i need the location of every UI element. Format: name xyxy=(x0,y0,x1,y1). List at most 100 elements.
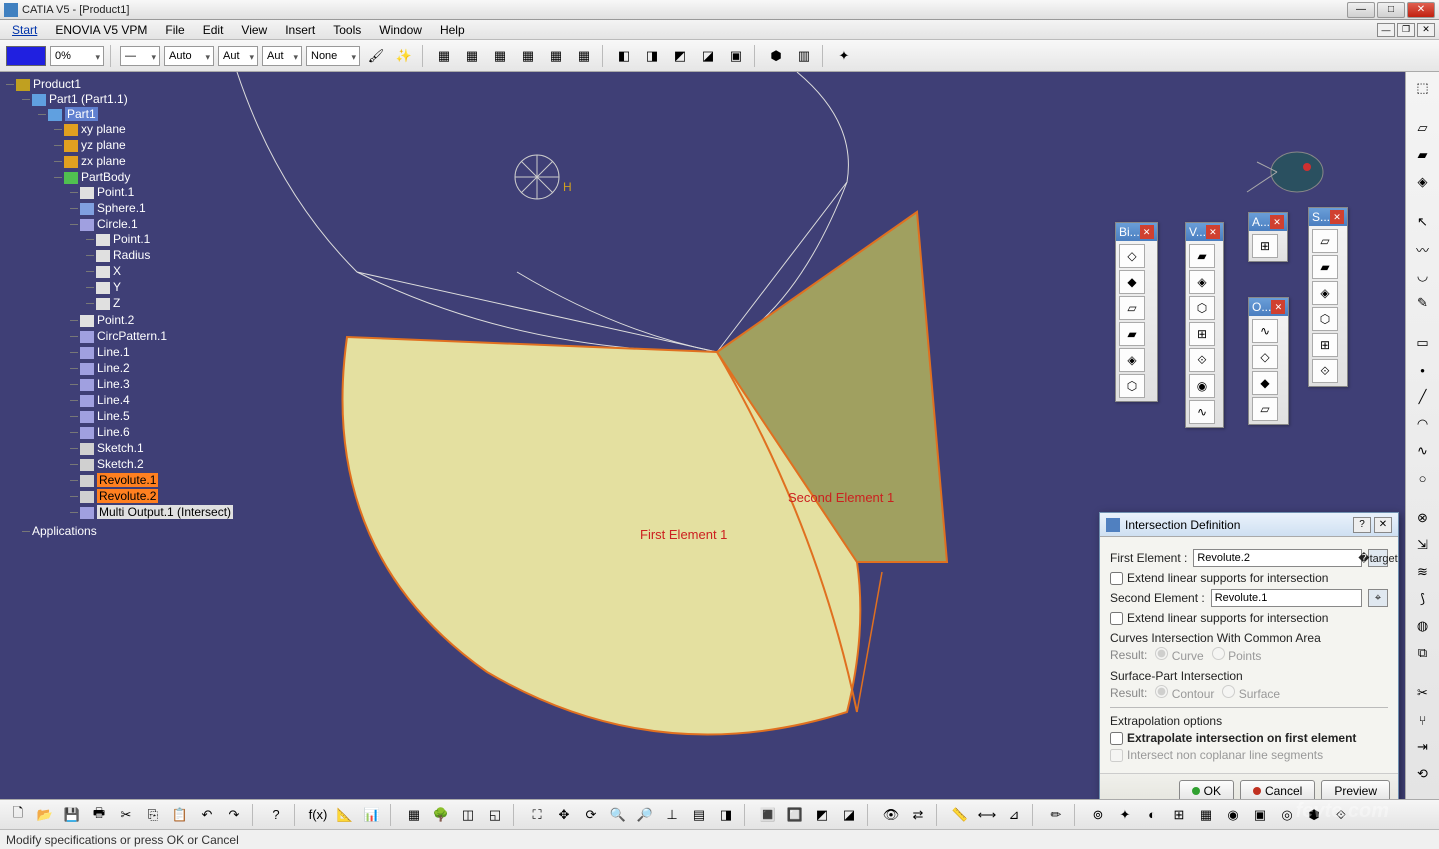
tree-icon[interactable]: 🌳 xyxy=(429,803,453,827)
opacity-combo[interactable]: 0% xyxy=(50,46,104,66)
floating-palette[interactable]: A...✕⊞ xyxy=(1248,212,1288,262)
circleop-icon[interactable]: ○ xyxy=(1410,466,1436,490)
menu-start[interactable]: Start xyxy=(4,21,45,39)
save-icon[interactable]: 💾 xyxy=(60,803,84,827)
palette-tool-button[interactable]: ◉ xyxy=(1189,374,1215,398)
palette-close-icon[interactable]: ✕ xyxy=(1271,300,1285,314)
dim2-icon[interactable]: ⟷ xyxy=(975,803,999,827)
tree-part[interactable]: Part1 xyxy=(65,107,98,121)
palette-tool-button[interactable]: ◈ xyxy=(1189,270,1215,294)
splineop-icon[interactable]: ∿ xyxy=(1410,439,1436,463)
curve2-icon[interactable]: ◡ xyxy=(1410,264,1436,288)
magic-icon[interactable]: ✨ xyxy=(392,44,416,68)
planeop-icon[interactable]: ▭ xyxy=(1410,331,1436,355)
join-icon[interactable]: ⧉ xyxy=(1410,641,1436,665)
edit-icon[interactable]: ✎ xyxy=(1410,291,1436,315)
wireframe-icon[interactable]: ⬚ xyxy=(1410,76,1436,100)
grid5-icon[interactable]: ▦ xyxy=(544,44,568,68)
tree-yz-plane[interactable]: yz plane xyxy=(81,138,126,152)
floating-palette[interactable]: Bi...✕◇◆▱▰◈⬡ xyxy=(1115,222,1158,402)
palette-tool-button[interactable]: ⬡ xyxy=(1312,307,1338,331)
menu-window[interactable]: Window xyxy=(371,21,430,39)
extrap1-checkbox[interactable] xyxy=(1110,732,1123,745)
palette-close-icon[interactable]: ✕ xyxy=(1206,225,1220,239)
second-element-input[interactable] xyxy=(1211,589,1362,607)
iso-icon[interactable]: ◨ xyxy=(714,803,738,827)
dim3-icon[interactable]: ⊿ xyxy=(1002,803,1026,827)
grid6-icon[interactable]: ▦ xyxy=(572,44,596,68)
op4-icon[interactable]: ⊞ xyxy=(1167,803,1191,827)
menu-view[interactable]: View xyxy=(233,21,275,39)
misc1-icon[interactable]: ◫ xyxy=(456,803,480,827)
tree-item[interactable]: Line.5 xyxy=(97,409,130,423)
shade2-icon[interactable]: 🔲 xyxy=(783,803,807,827)
palette-close-icon[interactable]: ✕ xyxy=(1330,210,1344,224)
grid3-icon[interactable]: ▦ xyxy=(488,44,512,68)
surf3-icon[interactable]: ◈ xyxy=(1410,170,1436,194)
maximize-button[interactable]: □ xyxy=(1377,2,1405,18)
fill-icon[interactable]: ◍ xyxy=(1410,614,1436,638)
open-icon[interactable]: 📂 xyxy=(33,803,57,827)
tree-partbody[interactable]: PartBody xyxy=(81,170,130,184)
menu-edit[interactable]: Edit xyxy=(195,21,232,39)
grid2-icon[interactable]: ▦ xyxy=(460,44,484,68)
grid4-icon[interactable]: ▦ xyxy=(516,44,540,68)
minimize-button[interactable]: — xyxy=(1347,2,1375,18)
formula-icon[interactable]: f(x) xyxy=(306,803,330,827)
menu-enovia[interactable]: ENOVIA V5 VPM xyxy=(47,21,155,39)
pointop-icon[interactable]: • xyxy=(1410,358,1436,382)
pan-icon[interactable]: ✥ xyxy=(552,803,576,827)
op5-icon[interactable]: ▦ xyxy=(1194,803,1218,827)
palette-close-icon[interactable]: ✕ xyxy=(1270,215,1284,229)
tool-misc-icon[interactable]: ✦ xyxy=(832,44,856,68)
trim-icon[interactable]: ✂ xyxy=(1410,681,1436,705)
op10-icon[interactable]: ⟐ xyxy=(1329,803,1353,827)
palette-tool-button[interactable]: ◈ xyxy=(1119,348,1145,372)
shade4-icon[interactable]: ◪ xyxy=(837,803,861,827)
palette-tool-button[interactable]: ▱ xyxy=(1312,229,1338,253)
tree-item[interactable]: Circle.1 xyxy=(97,217,138,231)
none-combo[interactable]: None xyxy=(306,46,360,66)
normal-icon[interactable]: ⊥ xyxy=(660,803,684,827)
first-element-pick-icon[interactable]: �target xyxy=(1368,549,1388,567)
dialog-help-button[interactable]: ? xyxy=(1353,517,1371,533)
lineop-icon[interactable]: ╱ xyxy=(1410,385,1436,409)
tree-applications[interactable]: Applications xyxy=(32,524,97,538)
tree-zx-plane[interactable]: zx plane xyxy=(81,154,126,168)
redo-icon[interactable]: ↷ xyxy=(222,803,246,827)
print-icon[interactable]: 🖶 xyxy=(87,803,111,827)
sketch-icon[interactable]: ✏ xyxy=(1044,803,1068,827)
palette-tool-button[interactable]: ▱ xyxy=(1119,296,1145,320)
curve1-icon[interactable]: 〰 xyxy=(1410,237,1436,261)
shade1-icon[interactable]: 🔳 xyxy=(756,803,780,827)
palette-tool-button[interactable]: ◇ xyxy=(1252,345,1278,369)
layer1-icon[interactable]: ◧ xyxy=(612,44,636,68)
dialog-close-button[interactable]: ✕ xyxy=(1374,517,1392,533)
offset-icon[interactable]: ≋ xyxy=(1410,560,1436,584)
zoomout-icon[interactable]: 🔎 xyxy=(633,803,657,827)
palette-tool-button[interactable]: ▱ xyxy=(1252,397,1278,421)
palette-tool-button[interactable]: ◇ xyxy=(1119,244,1145,268)
op1-icon[interactable]: ⊚ xyxy=(1086,803,1110,827)
doc-minimize-button[interactable]: — xyxy=(1377,23,1395,37)
extend1-checkbox[interactable] xyxy=(1110,572,1123,585)
color-swatch[interactable] xyxy=(6,46,46,66)
tree-item[interactable]: Point.1 xyxy=(97,185,134,199)
tree-item[interactable]: Line.1 xyxy=(97,345,130,359)
surf2-icon[interactable]: ▰ xyxy=(1410,143,1436,167)
tree-item[interactable]: Sphere.1 xyxy=(97,201,146,215)
tree-item[interactable]: Sketch.1 xyxy=(97,441,144,455)
layer4-icon[interactable]: ◪ xyxy=(696,44,720,68)
op7-icon[interactable]: ▣ xyxy=(1248,803,1272,827)
auto1-combo[interactable]: Auto xyxy=(164,46,214,66)
intersect-icon[interactable]: ⊗ xyxy=(1410,506,1436,530)
layer5-icon[interactable]: ▣ xyxy=(724,44,748,68)
doc-close-button[interactable]: ✕ xyxy=(1417,23,1435,37)
dim-icon[interactable]: 📏 xyxy=(948,803,972,827)
new-icon[interactable]: 🗋 xyxy=(6,803,30,827)
linestyle-combo[interactable]: — xyxy=(120,46,160,66)
specification-tree[interactable]: Product1 Part1 (Part1.1) Part1 xy plane … xyxy=(0,72,240,544)
misc2-icon[interactable]: ◱ xyxy=(483,803,507,827)
paste-icon[interactable]: 📋 xyxy=(168,803,192,827)
op3-icon[interactable]: ◐ xyxy=(1140,803,1164,827)
